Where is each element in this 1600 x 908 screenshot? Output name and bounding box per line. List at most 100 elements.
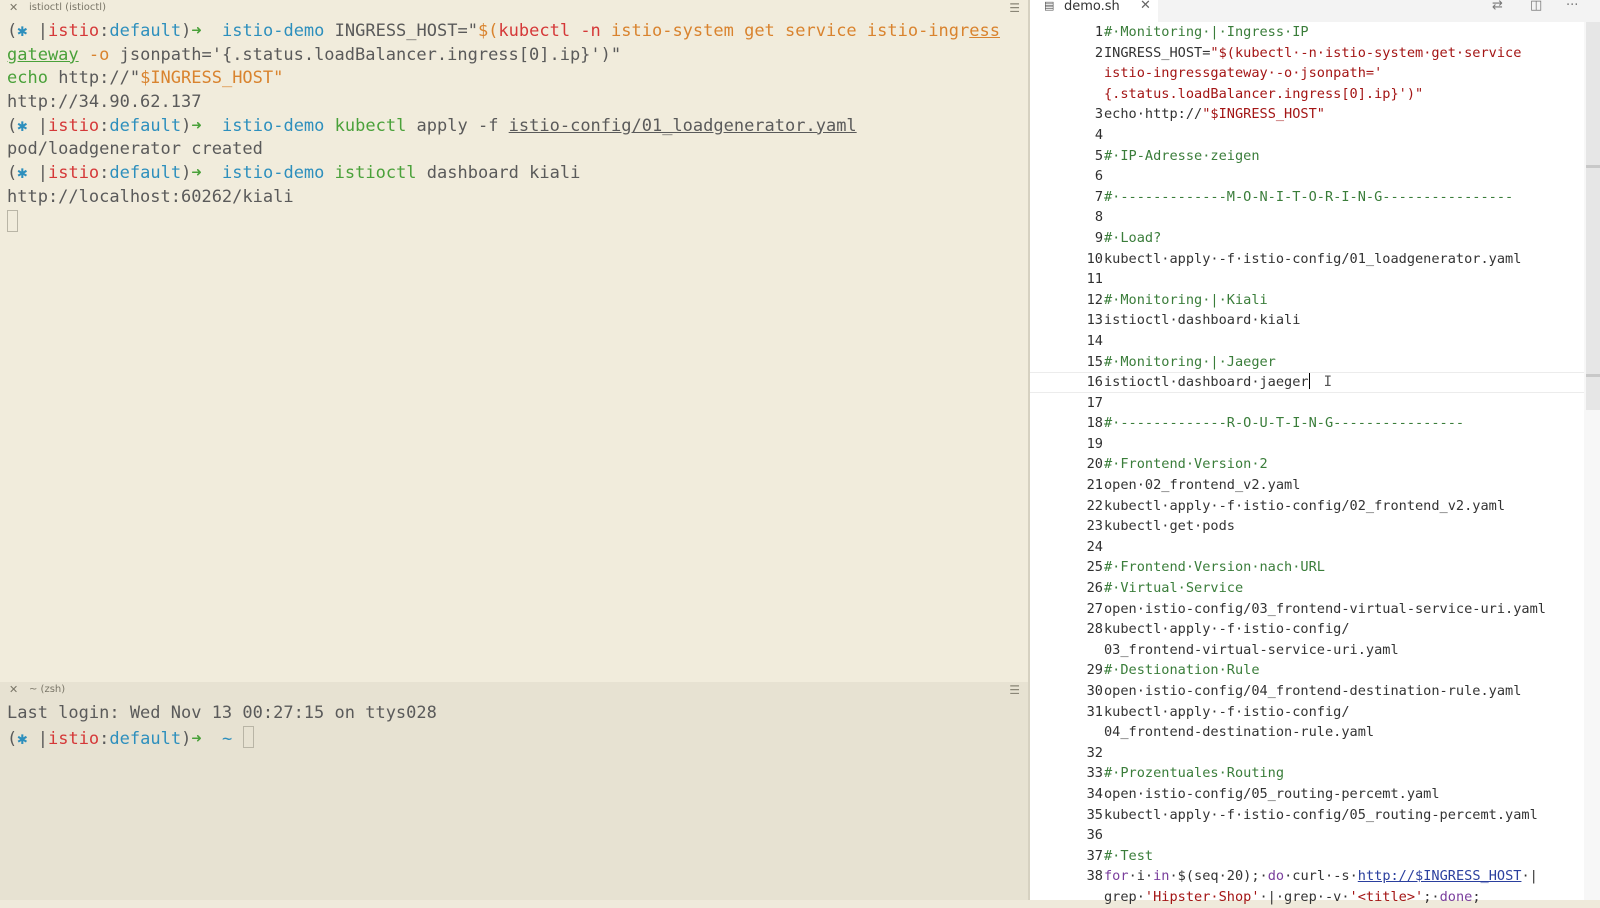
code-line[interactable]: {.status.loadBalancer.ingress[0].ip}')"	[1030, 84, 1600, 105]
code-line[interactable]: 21 open·02_frontend_v2.yaml	[1030, 475, 1600, 496]
terminal-text: ✱	[17, 115, 28, 136]
code-line[interactable]: 17	[1030, 393, 1600, 414]
code-line[interactable]: 32	[1030, 743, 1600, 764]
terminal-text: )	[181, 21, 192, 41]
code-line[interactable]: 26 #·Virtual·Service	[1030, 578, 1600, 599]
terminal-text: |	[27, 163, 48, 184]
code-text: #·Monitoring·|·Jaeger	[1104, 352, 1276, 373]
terminal-cursor	[7, 209, 18, 232]
code-line[interactable]: 2 INGRESS_HOST="$(kubectl·-n·istio-system…	[1030, 43, 1600, 64]
close-icon[interactable]: ✕	[1140, 0, 1151, 13]
code-line[interactable]: 18 #·-------------R-O-U-T-I-N-G----------…	[1030, 413, 1600, 434]
code-line[interactable]: 16 istioctl·dashboard·jaeger I	[1030, 372, 1600, 393]
code-line[interactable]: istio-ingressgateway·-o·jsonpath='	[1030, 63, 1600, 84]
code-token: ·curl·-s·	[1284, 868, 1358, 885]
terminal-output[interactable]: Last login: Wed Nov 13 00:27:15 on ttys0…	[7, 702, 437, 749]
code-line[interactable]: 12 #·Monitoring·|·Kiali	[1030, 290, 1600, 311]
code-line[interactable]: 15 #·Monitoring·|·Jaeger	[1030, 352, 1600, 373]
split-editor-icon[interactable]: ◫	[1530, 0, 1542, 13]
code-text: 04_frontend-destination-rule.yaml	[1104, 722, 1374, 743]
code-token: kubectl·apply·-f·istio-config/05_routing…	[1104, 806, 1538, 823]
terminal-line: http://localhost:60262/kiali	[7, 186, 1000, 210]
terminal-pane-top[interactable]: ✕ istioctl (istioctl) ☰ (✱ |istio:defaul…	[0, 0, 1028, 682]
line-number: 32	[1086, 744, 1103, 761]
terminal-text: :	[99, 728, 110, 749]
line-number: 6	[1094, 168, 1103, 185]
code-line[interactable]: 04_frontend-destination-rule.yaml	[1030, 722, 1600, 743]
hamburger-icon[interactable]: ☰	[1009, 1, 1020, 15]
terminal-text: |	[27, 115, 48, 136]
editor-scrollbar[interactable]	[1584, 22, 1600, 900]
terminal-text: ➜	[191, 115, 223, 136]
terminal-pane-bottom[interactable]: ✕ ~ (zsh) ☰ Last login: Wed Nov 13 00:27…	[0, 682, 1028, 900]
line-number: 30	[1086, 683, 1103, 699]
terminal-output[interactable]: (✱ |istio:default)➜ istio-demo INGRESS_H…	[7, 20, 1000, 233]
code-line[interactable]: 37 #·Test	[1030, 846, 1600, 867]
code-line[interactable]: 3 echo·http://"$INGRESS_HOST"	[1030, 104, 1600, 125]
code-line[interactable]: 11	[1030, 269, 1600, 290]
terminal-text: (	[7, 163, 18, 184]
code-line[interactable]: 13 istioctl·dashboard·kiali	[1030, 310, 1600, 331]
code-line[interactable]: 34 open·istio-config/05_routing-percemt.y…	[1030, 784, 1600, 805]
compare-changes-icon[interactable]: ⇄	[1492, 0, 1503, 13]
code-text: grep·'Hipster·Shop'·|·grep·-v·'<title>';…	[1104, 887, 1481, 908]
code-line[interactable]: 27 open·istio-config/03_frontend-virtual-…	[1030, 599, 1600, 620]
code-line[interactable]: 5 #·IP-Adresse·zeigen	[1030, 146, 1600, 167]
terminal-line: http://34.90.62.137	[7, 91, 1000, 115]
line-number: 24	[1086, 538, 1103, 555]
code-line[interactable]: 33 #·Prozentuales·Routing	[1030, 763, 1600, 784]
line-number: 22	[1086, 497, 1103, 514]
code-line[interactable]: 20 #·Frontend·Version·2	[1030, 454, 1600, 475]
code-token: ;·	[1423, 888, 1440, 905]
code-line[interactable]: 03_frontend-virtual-service-uri.yaml	[1030, 640, 1600, 661]
code-line[interactable]: 35 kubectl·apply·-f·istio-config/05_routi…	[1030, 805, 1600, 826]
code-text: kubectl·apply·-f·istio-config/01_loadgen…	[1104, 249, 1521, 270]
code-token: kubectl·get·pods	[1104, 518, 1235, 535]
code-token: ·|	[1521, 868, 1538, 885]
code-line[interactable]: 8	[1030, 207, 1600, 228]
code-editor[interactable]: ▤ demo.sh ✕ ⇄ ◫ ··· 1 #·Monitoring·|·Ingr…	[1030, 0, 1600, 905]
code-line[interactable]: 4	[1030, 125, 1600, 146]
line-number: 5	[1094, 147, 1103, 164]
code-token: in	[1153, 868, 1170, 885]
code-token: "$(kubectl·-n·istio-system·get·service	[1210, 44, 1522, 61]
code-token: ·i·	[1128, 868, 1154, 885]
terminal-text: pod/loadgenerator created	[7, 139, 263, 160]
code-line[interactable]: 7 #·-------------M-O-N-I-T-O-R-I-N-G-----…	[1030, 187, 1600, 208]
code-text: #·-------------R-O-U-T-I-N-G------------…	[1104, 413, 1464, 434]
code-line[interactable]: 28 kubectl·apply·-f·istio-config/	[1030, 619, 1600, 640]
close-icon[interactable]: ✕	[9, 683, 18, 696]
code-line[interactable]: 14	[1030, 331, 1600, 352]
code-line[interactable]: 30 open·istio-config/04_frontend-destinat…	[1030, 681, 1600, 702]
code-text: INGRESS_HOST="$(kubectl·-n·istio-system·…	[1104, 43, 1521, 64]
terminal-text: istio	[47, 163, 100, 184]
hamburger-icon[interactable]: ☰	[1009, 683, 1020, 697]
terminal-text: istio-system get service istio-ingr	[611, 21, 970, 41]
code-line[interactable]: 1 #·Monitoring·|·Ingress·IP	[1030, 22, 1600, 43]
code-token: #·Frontend·Version·2	[1104, 456, 1268, 473]
code-line[interactable]: 9 #·Load?	[1030, 228, 1600, 249]
code-text: open·istio-config/05_routing-percemt.yam…	[1104, 784, 1440, 805]
code-line[interactable]: 31 kubectl·apply·-f·istio-config/	[1030, 702, 1600, 723]
tab-demo-sh[interactable]: ▤ demo.sh ✕	[1030, 0, 1158, 22]
line-number: 29	[1086, 662, 1103, 679]
code-line[interactable]: 25 #·Frontend·Version·nach·URL	[1030, 557, 1600, 578]
line-number: 28	[1086, 621, 1103, 638]
code-text: open·02_frontend_v2.yaml	[1104, 475, 1300, 496]
more-actions-icon[interactable]: ···	[1566, 0, 1578, 13]
code-line[interactable]: grep·'Hipster·Shop'·|·grep·-v·'<title>';…	[1030, 887, 1600, 908]
code-line[interactable]: 29 #·Destionation·Rule	[1030, 660, 1600, 681]
editor-code-area[interactable]: 1 #·Monitoring·|·Ingress·IP 2 INGRESS_HOST=…	[1030, 22, 1600, 908]
code-line[interactable]: 6	[1030, 166, 1600, 187]
code-line[interactable]: 10 kubectl·apply·-f·istio-config/01_loadg…	[1030, 249, 1600, 270]
code-line[interactable]: 22 kubectl·apply·-f·istio-config/02_front…	[1030, 496, 1600, 517]
scrollbar-thumb[interactable]	[1586, 22, 1600, 410]
code-line[interactable]: 24	[1030, 537, 1600, 558]
code-line[interactable]: 19	[1030, 434, 1600, 455]
close-icon[interactable]: ✕	[9, 1, 18, 14]
code-text: open·istio-config/04_frontend-destinatio…	[1104, 681, 1521, 702]
code-line[interactable]: 23 kubectl·get·pods	[1030, 516, 1600, 537]
line-number: 8	[1094, 209, 1103, 226]
code-line[interactable]: 36	[1030, 825, 1600, 846]
code-line[interactable]: 38 for·i·in·$(seq·20);·do·curl·-s·http://…	[1030, 866, 1600, 887]
